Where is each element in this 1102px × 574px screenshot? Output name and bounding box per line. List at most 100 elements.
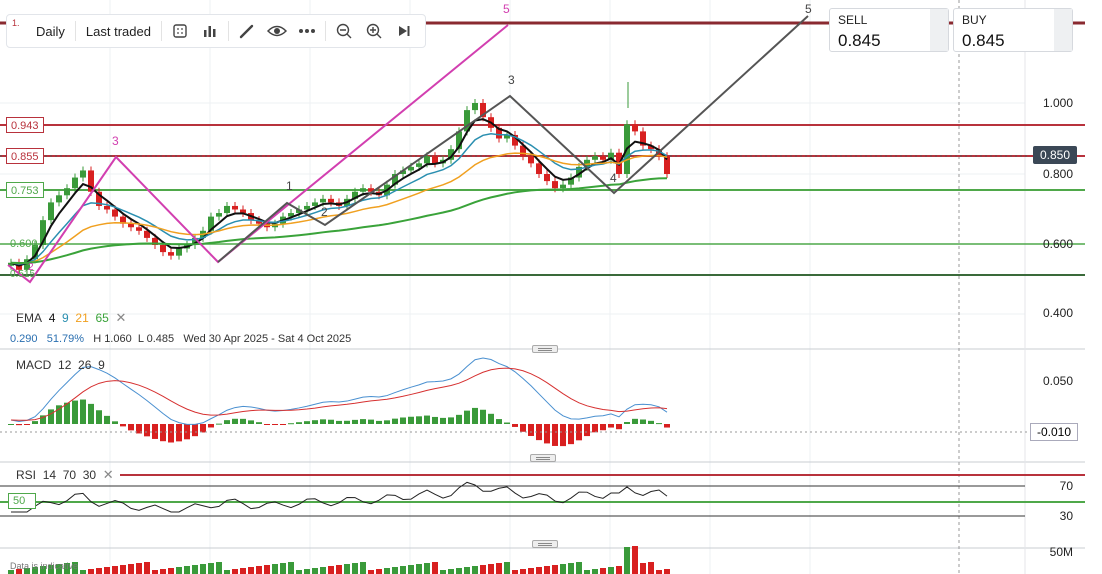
eye-icon[interactable] [262, 15, 292, 47]
candle-body [544, 174, 550, 182]
level-tag-515[interactable]: 0.515 [6, 267, 39, 283]
current-price-marker: 0.850 [1033, 146, 1077, 164]
close-icon[interactable]: ✕ [115, 310, 126, 325]
macd-histogram-bar [344, 420, 350, 424]
macd-histogram-bar [224, 420, 230, 424]
stat-change: 51.79% [46, 333, 85, 345]
macd-histogram-bar [328, 419, 334, 424]
volume-bar [560, 564, 566, 574]
zoom-in-icon[interactable] [359, 15, 389, 47]
stat-value: 0.290 [10, 333, 38, 345]
play-forward-icon[interactable] [389, 15, 419, 47]
volume-bar [576, 562, 582, 574]
wave-label-2: 2 [321, 205, 328, 219]
macd-histogram-bar [416, 416, 422, 424]
rsi-axis-label: 70 [1059, 479, 1073, 493]
volume-bar [216, 562, 222, 574]
calendar-grid-icon[interactable] [165, 15, 195, 47]
volume-bar [376, 569, 382, 574]
volume-bar [320, 567, 326, 574]
macd-axis-label: 0.050 [1042, 374, 1073, 388]
candle-body [560, 184, 566, 189]
macd-legend[interactable]: MACD 12 26 9 [16, 358, 105, 372]
volume-bar [192, 565, 198, 574]
price-type-selector[interactable]: Last traded [79, 15, 158, 47]
macd-histogram-bar [552, 424, 558, 446]
macd-histogram-bar [360, 419, 366, 424]
level-tag-600[interactable]: 0.600 [6, 236, 42, 252]
volume-bar [400, 566, 406, 574]
macd-histogram-bar [304, 421, 310, 424]
volume-bar [280, 563, 286, 574]
ema-period-9: 9 [62, 311, 69, 325]
volume-bar [528, 568, 534, 574]
macd-histogram-bar [120, 424, 126, 427]
sell-button[interactable]: SELL 0.845 [829, 8, 949, 52]
rsi-level-tag[interactable]: 50 [8, 493, 36, 509]
macd-histogram-bar [88, 403, 94, 424]
major-wave-label-3: 3 [112, 134, 119, 148]
macd-histogram-bar [112, 421, 118, 424]
candle-body [80, 170, 86, 178]
price-chart-canvas[interactable] [0, 0, 1102, 574]
volume-bar [416, 564, 422, 574]
macd-histogram-bar [352, 419, 358, 424]
disclaimer-text: Data is indicative [10, 561, 79, 571]
volume-bar [584, 570, 590, 574]
wave-label-3: 3 [508, 73, 515, 87]
volume-bar [464, 567, 470, 574]
price-axis-label: 1.000 [1042, 96, 1073, 110]
volume-bar [592, 569, 598, 574]
candle-body [176, 248, 182, 256]
macd-histogram-bar [512, 424, 518, 427]
volume-bar [328, 566, 334, 574]
macd-histogram-bar [496, 419, 502, 424]
rsi-axis-label: 30 [1059, 509, 1073, 523]
volume-bar [120, 565, 126, 574]
top-level-tag: 1. [12, 18, 20, 28]
volume-bar [480, 565, 486, 574]
close-icon[interactable]: ✕ [103, 467, 114, 482]
macd-histogram-bar [656, 423, 662, 425]
level-tag-855[interactable]: 0.855 [6, 148, 44, 164]
macd-histogram-bar [48, 409, 54, 424]
macd-histogram-bar [280, 424, 286, 425]
volume-bar [176, 567, 182, 574]
macd-signal: 9 [98, 358, 105, 372]
volume-bar [288, 562, 294, 574]
rsi-legend[interactable]: RSI 14 70 30 ✕ [16, 467, 114, 483]
pen-icon[interactable] [232, 15, 262, 47]
macd-histogram-bar [24, 424, 30, 425]
bar-chart-icon[interactable] [195, 15, 225, 47]
panel-resize-handle[interactable] [530, 454, 556, 462]
macd-histogram-bar [544, 424, 550, 444]
candle-body [320, 198, 326, 203]
macd-histogram-bar [80, 399, 86, 424]
candle-body [72, 177, 78, 189]
candle-body [528, 156, 534, 164]
ema-legend[interactable]: EMA 4 9 21 65 ✕ [16, 310, 126, 326]
level-tag-753[interactable]: 0.753 [6, 182, 44, 198]
volume-bar [312, 568, 318, 574]
macd-histogram-bar [208, 424, 214, 428]
volume-bar [200, 564, 206, 574]
macd-histogram-bar [8, 424, 14, 425]
more-dots-icon[interactable] [292, 15, 322, 47]
toolbar-divider [227, 21, 229, 41]
zoom-out-icon[interactable] [329, 15, 359, 47]
panel-resize-handle[interactable] [532, 540, 558, 548]
interval-selector[interactable]: Daily [29, 15, 72, 47]
rsi-legend-name: RSI [16, 468, 37, 482]
buy-button[interactable]: BUY 0.845 [953, 8, 1073, 52]
macd-histogram-bar [624, 422, 630, 424]
macd-histogram-bar [16, 424, 22, 426]
level-tag-943[interactable]: 0.943 [6, 117, 44, 133]
panel-resize-handle[interactable] [532, 345, 558, 353]
volume-bar [112, 566, 118, 574]
volume-bar [632, 546, 638, 574]
volume-bar [296, 570, 302, 574]
candle-body [600, 156, 606, 160]
volume-bar [512, 570, 518, 574]
macd-histogram-bar [96, 410, 102, 424]
volume-bar [408, 565, 414, 574]
